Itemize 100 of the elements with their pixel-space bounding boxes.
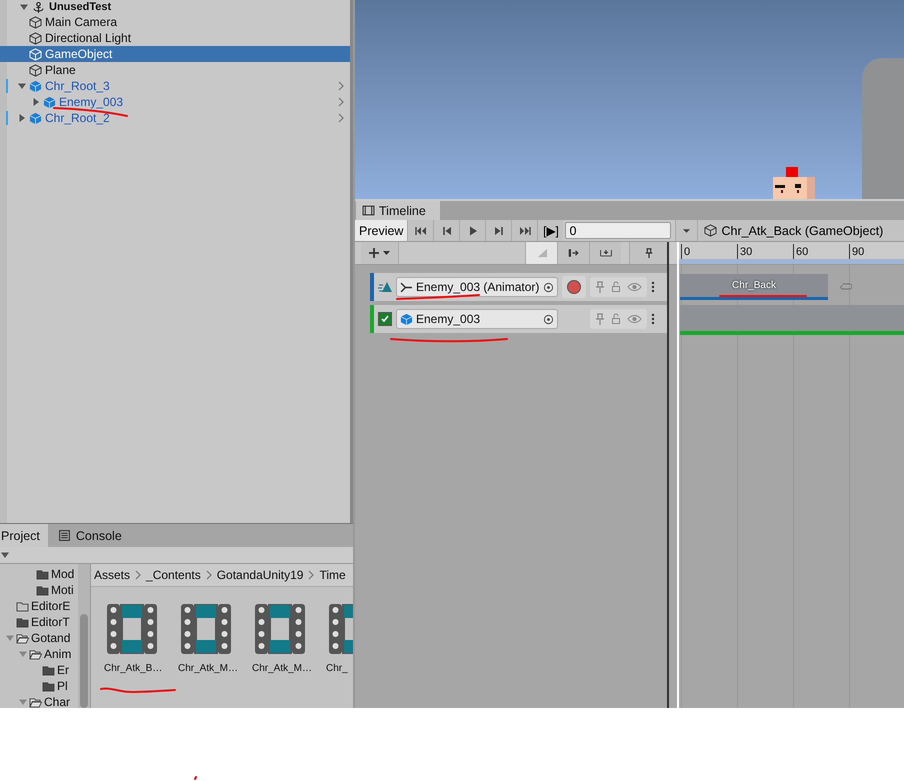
last-frame-button[interactable] (511, 220, 538, 241)
pin-icon (642, 248, 654, 258)
chevron-icon (308, 570, 314, 580)
collapse-arrow-icon[interactable] (1, 551, 9, 559)
scene-icon (32, 0, 45, 14)
object-picker-icon[interactable] (543, 282, 554, 292)
bar-arrow-icon (568, 248, 580, 258)
folder-item[interactable]: Er (0, 662, 78, 678)
prefab-label: Chr_Root_2 (45, 111, 110, 125)
cube-icon (704, 224, 718, 237)
timeline-asset-icon[interactable] (180, 603, 232, 655)
triangle-icon (536, 248, 548, 258)
folder-item[interactable]: Moti (0, 582, 78, 598)
breadcrumb[interactable]: _Contents (146, 568, 201, 582)
hierarchy-item[interactable]: Chr_Root_2 (0, 110, 350, 126)
loop-icon (840, 282, 852, 291)
pin-button[interactable] (629, 242, 667, 264)
prefab-label: Chr_Root_3 (45, 79, 110, 93)
cube-icon (29, 64, 42, 76)
eye-icon[interactable] (627, 314, 642, 324)
cube-icon (29, 16, 42, 28)
track-header[interactable]: Enemy_003 (370, 305, 667, 333)
hierarchy-item[interactable]: Chr_Root_3 (0, 78, 350, 94)
folder-item[interactable]: Anim (0, 646, 78, 662)
hierarchy-item[interactable]: Plane (0, 62, 350, 78)
more-options-icon[interactable] (651, 313, 655, 325)
folder-item[interactable]: Char (0, 694, 78, 708)
object-field[interactable]: Enemy_003 (Animator) (396, 277, 558, 297)
next-frame-button[interactable] (485, 220, 512, 241)
dropdown-button[interactable] (675, 220, 698, 241)
folder-item[interactable]: EditorT (0, 614, 78, 630)
asset-name: Chr_Atk_B… (104, 663, 162, 674)
prefab-label: Enemy_003 (59, 95, 124, 109)
asset-name: Chr_Atk_M… (178, 663, 238, 674)
track-header[interactable]: Enemy_003 (Animator) (370, 273, 667, 301)
activation-clip[interactable] (680, 305, 904, 335)
ruler-label: 30 (739, 246, 752, 258)
ruler-label: 60 (795, 246, 808, 258)
breadcrumb[interactable]: Time (319, 568, 346, 582)
timeline-asset-icon[interactable] (106, 603, 158, 655)
scene-name: UnusedTest (49, 1, 112, 13)
prefab-cube-icon (29, 80, 42, 92)
folder-item[interactable]: Pl (0, 678, 78, 694)
expand-arrow-icon[interactable] (18, 114, 26, 122)
object-label: Main Camera (45, 15, 118, 29)
preview-button[interactable]: Preview (355, 220, 408, 241)
pin-icon[interactable] (595, 281, 605, 293)
folder-item[interactable]: EditorE (0, 598, 78, 614)
first-frame-button[interactable] (407, 220, 434, 241)
cube-icon (29, 48, 42, 60)
scrollbar[interactable] (78, 564, 90, 708)
breadcrumb[interactable]: Assets (94, 568, 130, 582)
expand-arrow-icon[interactable] (32, 98, 40, 106)
panel-tab[interactable]: Console (48, 524, 136, 547)
frame-field[interactable]: 0 (565, 222, 672, 239)
timeline-asset-icon[interactable] (254, 603, 306, 655)
plus-icon (368, 247, 390, 259)
pin-icon[interactable] (595, 313, 605, 325)
panel-tab[interactable]: Project (0, 524, 48, 547)
breadcrumb[interactable]: GotandaUnity19 (216, 568, 304, 582)
hierarchy-item[interactable]: Enemy_003 (0, 94, 350, 110)
folder-item[interactable]: Gotand (0, 630, 78, 646)
lock-icon[interactable] (611, 313, 621, 325)
animator-icon (400, 280, 413, 294)
prefab-cube-icon (400, 312, 413, 326)
play-range-button[interactable]: [▶] (537, 220, 564, 241)
chevron-icon (135, 570, 142, 580)
object-label: GameObject (45, 47, 112, 61)
object-picker-icon[interactable] (543, 314, 554, 324)
eye-icon[interactable] (627, 282, 642, 292)
checkbox[interactable] (378, 312, 392, 326)
object-label: Plane (45, 63, 76, 77)
prefab-cube-icon (43, 96, 56, 108)
ruler-label: 0 (683, 246, 690, 258)
object-field[interactable]: Enemy_003 (396, 309, 558, 329)
move-clip-button[interactable] (557, 242, 589, 264)
collapse-arrow-icon[interactable] (20, 3, 28, 11)
object-label: Directional Light (45, 31, 132, 45)
timeline-tab[interactable]: Timeline (356, 201, 440, 220)
step-back-icon (440, 226, 453, 236)
timeline-asset-selector[interactable]: Chr_Atk_Back (GameObject) (697, 220, 904, 241)
hierarchy-item[interactable]: GameObject (0, 46, 350, 62)
character-head-drawing (773, 167, 817, 199)
hierarchy-item[interactable]: Main Camera (0, 14, 350, 30)
record-button[interactable] (562, 276, 586, 298)
cube-icon (29, 32, 42, 44)
collapse-arrow-icon[interactable] (18, 82, 26, 90)
play-button[interactable] (459, 220, 486, 241)
previous-frame-button[interactable] (433, 220, 460, 241)
lock-icon[interactable] (611, 281, 621, 293)
skip-to-start-icon (414, 226, 427, 236)
time-ruler[interactable]: 0 30 60 90 (669, 242, 904, 265)
folder-item[interactable]: Mod (0, 566, 78, 582)
snap-button[interactable] (589, 242, 621, 264)
hierarchy-item[interactable]: Directional Light (0, 30, 350, 46)
more-options-icon[interactable] (651, 281, 655, 293)
checkmark-icon (380, 314, 390, 324)
animation-track-icon (378, 281, 392, 293)
console-icon (58, 529, 71, 542)
caret-icon (682, 228, 692, 234)
